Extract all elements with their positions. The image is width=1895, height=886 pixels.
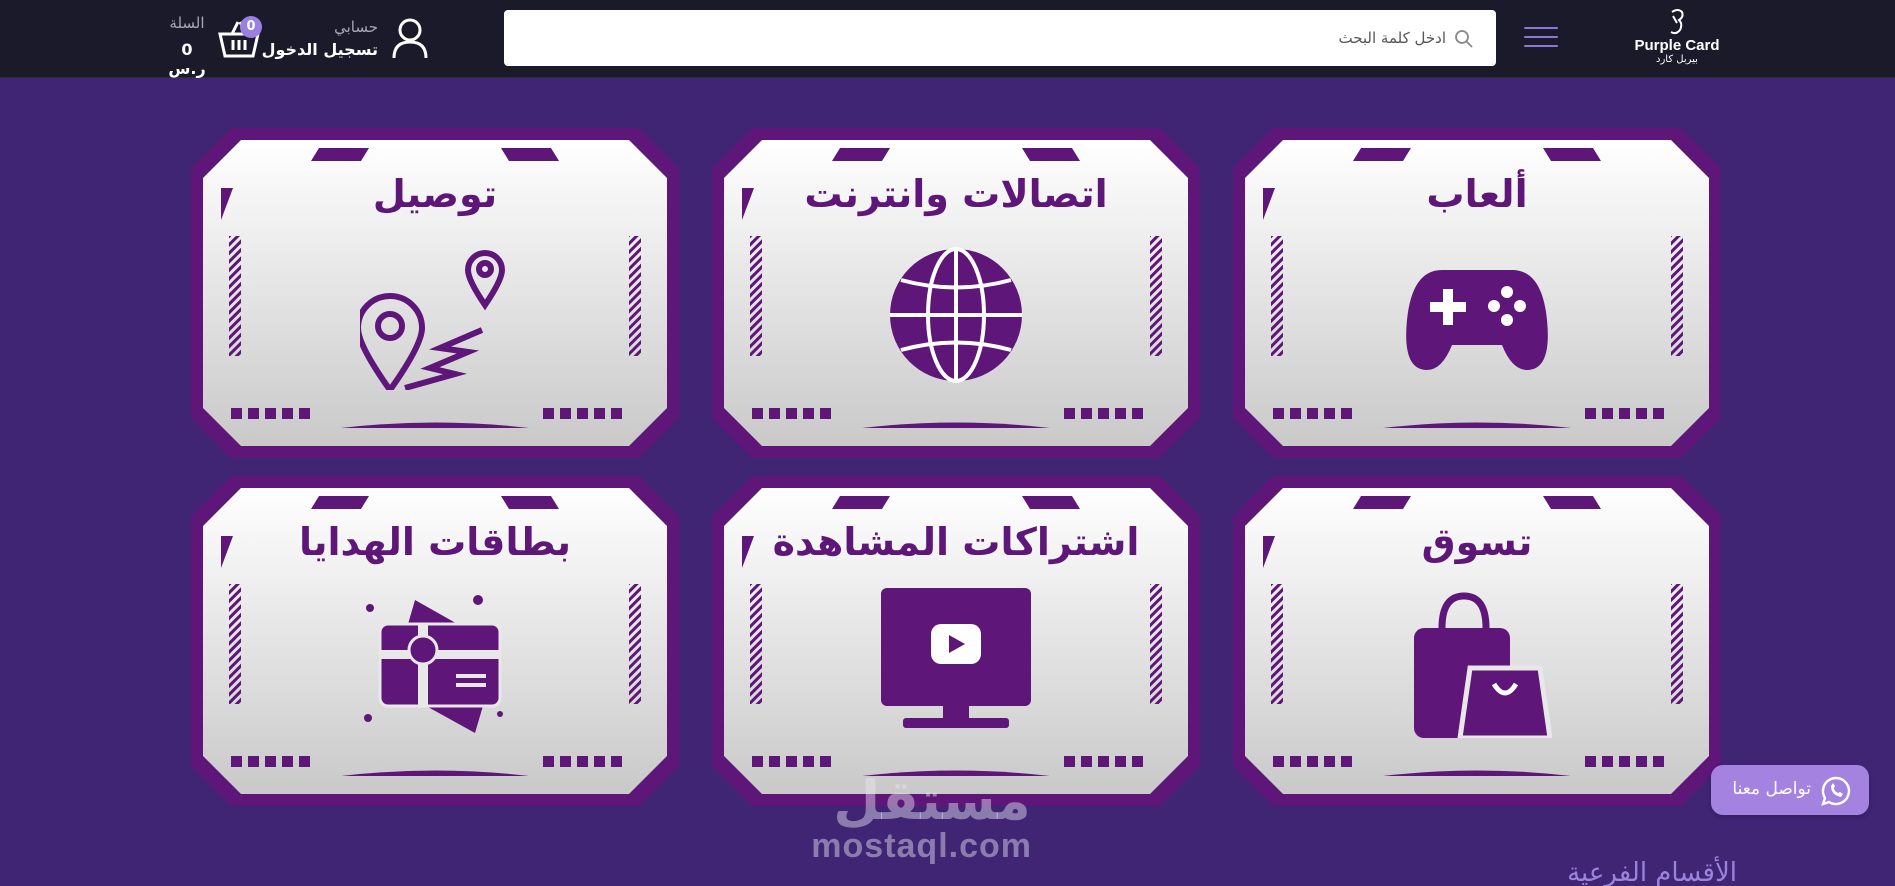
category-card-telecom[interactable]: اتصالات وانترنت <box>712 128 1200 458</box>
category-card-delivery[interactable]: توصيل <box>191 128 679 458</box>
search-icon[interactable] <box>1454 29 1474 49</box>
category-title: توصيل <box>372 172 498 216</box>
globe-icon <box>890 247 1022 383</box>
category-title: تسوق <box>1421 520 1533 564</box>
logo-text-ar: بيربل كارد <box>1656 54 1698 65</box>
user-icon <box>392 18 428 59</box>
cart-label: السلة <box>169 14 205 32</box>
category-card-gift-cards[interactable]: بطاقات الهدايا <box>191 476 679 806</box>
login-link[interactable]: تسجيل الدخول <box>262 40 378 59</box>
logo-text-en: Purple Card <box>1634 37 1720 54</box>
category-card-shopping[interactable]: تسوق <box>1233 476 1721 806</box>
location-pin-icon <box>360 250 506 390</box>
subcategories-heading: الأقسام الفرعية <box>1567 858 1737 886</box>
logo-icon <box>1670 9 1684 35</box>
whatsapp-icon <box>1821 776 1851 806</box>
shopping-bags-icon <box>1414 592 1552 738</box>
tv-play-icon <box>881 588 1031 728</box>
cart-total: 0 ر.س <box>168 40 206 78</box>
watermark-ar: مستقل <box>833 769 1031 832</box>
search-bar <box>504 10 1496 66</box>
contact-label: تواصل معنا <box>1732 779 1811 799</box>
category-title: اتصالات وانترنت <box>804 172 1108 216</box>
category-title: اشتراكات المشاهدة <box>772 520 1140 564</box>
cart[interactable]: 0 السلة 0 ر.س <box>158 12 264 78</box>
watermark: مستقل mostaql.com <box>811 769 1032 865</box>
category-title: بطاقات الهدايا <box>298 520 571 564</box>
menu-icon[interactable] <box>1524 27 1558 51</box>
category-card-streaming[interactable]: اشتراكات المشاهدة <box>712 476 1200 806</box>
gift-card-icon <box>364 595 503 733</box>
watermark-en: mostaql.com <box>811 827 1032 865</box>
search-input[interactable] <box>546 10 1446 66</box>
gamepad-icon <box>1406 270 1548 370</box>
category-title: ألعاب <box>1426 172 1528 216</box>
account-label: حسابي <box>334 18 378 36</box>
top-header: Purple Card بيربل كارد حسابي تسجيل الدخو… <box>0 0 1895 78</box>
logo[interactable]: Purple Card بيربل كارد <box>1617 8 1737 66</box>
category-card-games[interactable]: ألعاب <box>1233 128 1721 458</box>
cart-count-badge: 0 <box>240 16 262 38</box>
account-login[interactable]: حسابي تسجيل الدخول <box>262 14 430 64</box>
contact-us-button[interactable]: تواصل معنا <box>1711 765 1869 815</box>
